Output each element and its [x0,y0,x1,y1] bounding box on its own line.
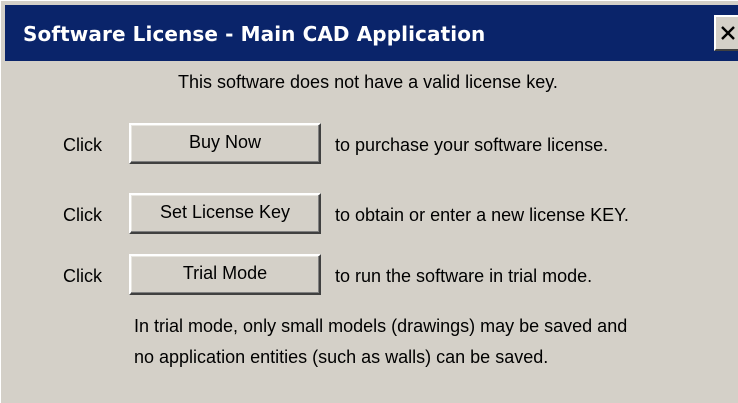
set-license-key-description: to obtain or enter a new license KEY. [335,205,629,225]
click-label-buy: Click [63,135,102,155]
click-label-license-key: Click [63,205,102,225]
click-label-trial: Click [63,266,102,286]
trial-mode-description: to run the software in trial mode. [335,266,593,286]
license-dialog: Software License - Main CAD Application … [0,0,738,403]
license-message: This software does not have a valid lice… [178,72,558,92]
trial-note-line-2: no application entities (such as walls) … [134,347,549,367]
trial-mode-button[interactable]: Trial Mode [129,254,321,295]
buy-now-button[interactable]: Buy Now [129,123,321,164]
buy-now-description: to purchase your software license. [335,135,609,155]
close-icon [721,26,735,40]
set-license-key-button[interactable]: Set License Key [129,193,321,234]
window-title: Software License - Main CAD Application [23,22,486,46]
trial-note-line-1: In trial mode, only small models (drawin… [134,316,628,336]
close-button[interactable] [714,15,738,51]
title-bar[interactable]: Software License - Main CAD Application [5,5,738,61]
